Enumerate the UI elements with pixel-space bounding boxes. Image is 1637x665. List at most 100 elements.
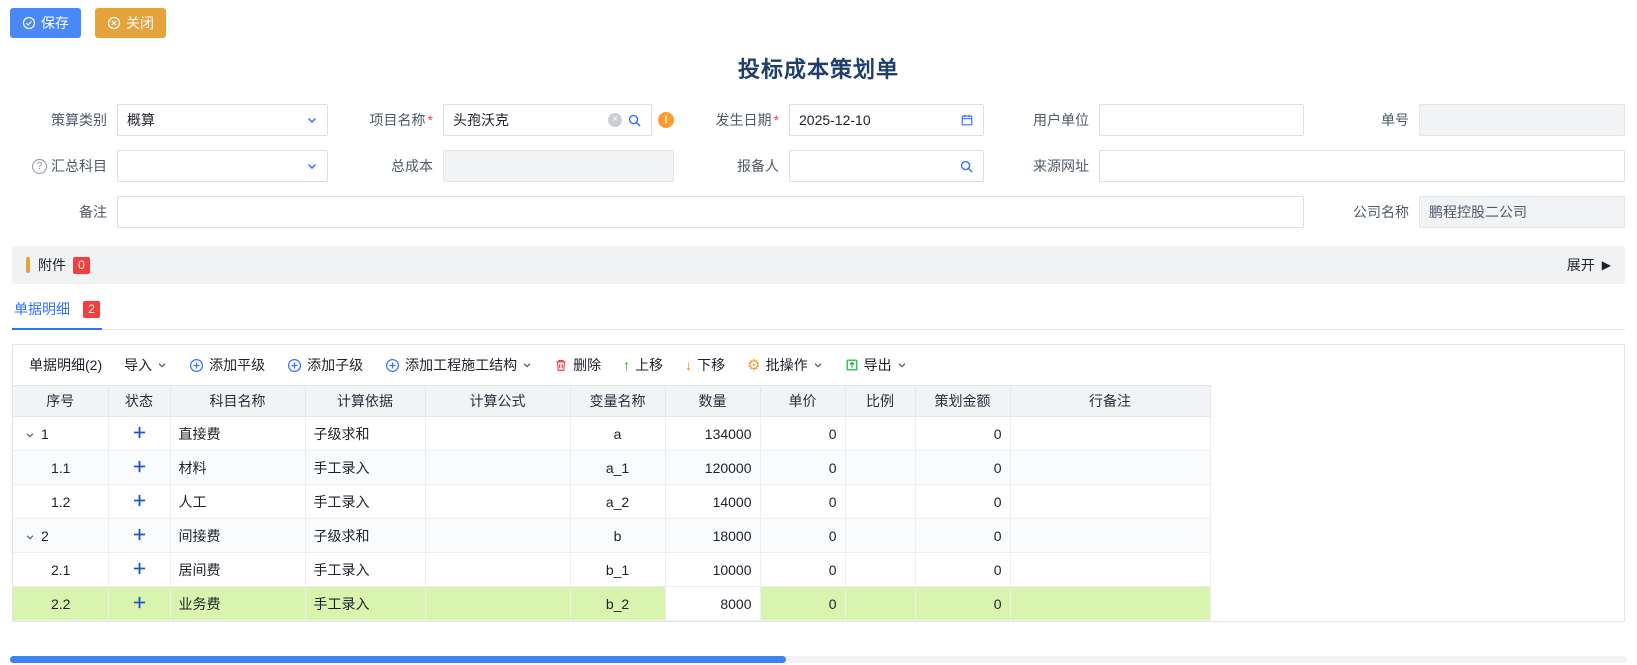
cell-formula — [425, 553, 570, 587]
info-icon[interactable]: ! — [658, 112, 674, 128]
add-sibling-label: 添加平级 — [209, 355, 265, 375]
plan-type-select[interactable]: 概算 — [117, 104, 328, 136]
doc-no-input — [1419, 104, 1625, 136]
cell-price: 0 — [760, 485, 845, 519]
delete-button[interactable]: 删除 — [554, 355, 601, 375]
scrollbar-thumb[interactable] — [10, 656, 786, 663]
cell-row_remark — [1010, 519, 1210, 553]
attachment-bar: 附件 0 展开 ▶ — [12, 246, 1625, 284]
row-seq: 1 — [41, 426, 49, 442]
cell-ratio — [845, 553, 915, 587]
circle-close-icon — [107, 16, 121, 30]
plan-type-label: 策算类别 — [12, 110, 107, 130]
cell-variable: b_1 — [570, 553, 665, 587]
add-structure-label: 添加工程施工结构 — [405, 355, 517, 375]
cell-formula — [425, 485, 570, 519]
table-row[interactable]: 2间接费子级求和b1800000 — [13, 519, 1210, 553]
qty-editor[interactable]: 8000 — [665, 587, 760, 621]
project-name-input[interactable]: 头孢沃克 × — [443, 104, 652, 136]
add-child-button[interactable]: 添加子级 — [287, 355, 363, 375]
calendar-icon[interactable] — [960, 113, 974, 127]
close-button[interactable]: 关闭 — [95, 8, 166, 38]
chevron-down-icon — [157, 360, 167, 370]
cell-status — [108, 553, 170, 587]
cell-status — [108, 417, 170, 451]
save-button[interactable]: 保存 — [10, 8, 81, 38]
cell-row_remark — [1010, 485, 1210, 519]
search-icon[interactable] — [959, 159, 974, 174]
field-total-cost: 总成本 — [338, 150, 674, 182]
cell-row_remark — [1010, 587, 1210, 621]
import-label: 导入 — [124, 355, 152, 375]
remark-input[interactable] — [117, 196, 1304, 228]
occur-date-input[interactable]: 2025-12-10 — [789, 104, 984, 136]
row-seq: 2.2 — [51, 596, 70, 612]
cell-seq: 1.2 — [13, 485, 108, 519]
help-icon[interactable]: ? — [32, 159, 47, 174]
summary-subject-select[interactable] — [117, 150, 328, 182]
cell-ratio — [845, 485, 915, 519]
user-unit-input[interactable] — [1099, 104, 1304, 136]
add-row-icon[interactable] — [133, 596, 146, 609]
search-icon[interactable] — [627, 113, 642, 128]
column-header-2: 科目名称 — [170, 386, 305, 417]
occur-date-value: 2025-12-10 — [799, 112, 955, 128]
chevron-down-icon — [306, 114, 318, 126]
expand-caret-icon[interactable] — [25, 532, 35, 542]
detail-table: 序号状态科目名称计算依据计算公式变量名称数量单价比例策划金额行备注 1 直接费子级… — [13, 385, 1211, 621]
company-name-input: 鹏程控股二公司 — [1419, 196, 1625, 228]
attachment-count-badge: 0 — [73, 257, 90, 274]
column-header-9: 策划金额 — [915, 386, 1010, 417]
horizontal-scrollbar[interactable] — [10, 656, 1627, 663]
tab-detail[interactable]: 单据明细 2 — [12, 294, 102, 330]
table-header-row: 序号状态科目名称计算依据计算公式变量名称数量单价比例策划金额行备注 — [13, 386, 1210, 417]
field-reporter: 报备人 — [684, 150, 984, 182]
add-row-icon[interactable] — [133, 494, 146, 507]
cell-formula — [425, 417, 570, 451]
reporter-input[interactable] — [789, 150, 984, 182]
row-seq: 1.1 — [51, 460, 70, 476]
cell-ratio — [845, 587, 915, 621]
field-occur-date: 发生日期* 2025-12-10 — [684, 104, 984, 136]
gear-icon: ⚙ — [747, 358, 760, 373]
expand-arrow-icon: ▶ — [1602, 258, 1611, 272]
source-url-input[interactable] — [1099, 150, 1625, 182]
cell-basis: 子级求和 — [305, 417, 425, 451]
table-row[interactable]: 2.2业务费手工录入b_2800000 — [13, 587, 1210, 621]
trash-icon — [554, 358, 568, 372]
add-sibling-button[interactable]: 添加平级 — [189, 355, 265, 375]
move-down-button[interactable]: ↓ 下移 — [685, 355, 725, 375]
export-button[interactable]: 导出 — [845, 355, 907, 375]
import-button[interactable]: 导入 — [124, 355, 167, 375]
expand-caret-icon[interactable] — [25, 430, 35, 440]
export-icon — [845, 358, 859, 372]
add-row-icon[interactable] — [133, 528, 146, 541]
table-row[interactable]: 1.1材料手工录入a_112000000 — [13, 451, 1210, 485]
circle-check-icon — [22, 16, 36, 30]
table-row[interactable]: 2.1居间费手工录入b_11000000 — [13, 553, 1210, 587]
move-up-button[interactable]: ↑ 上移 — [623, 355, 663, 375]
delete-label: 删除 — [573, 355, 601, 375]
project-name-label: 项目名称 — [370, 112, 426, 128]
user-unit-label: 用户单位 — [994, 110, 1089, 130]
expand-toggle[interactable]: 展开 ▶ — [1567, 255, 1611, 275]
tab-detail-label: 单据明细 — [14, 299, 70, 319]
add-row-icon[interactable] — [133, 460, 146, 473]
total-cost-input — [443, 150, 674, 182]
add-row-icon[interactable] — [133, 562, 146, 575]
cell-ratio — [845, 519, 915, 553]
clear-icon[interactable]: × — [608, 113, 622, 127]
circle-plus-icon — [385, 358, 400, 373]
column-header-1: 状态 — [108, 386, 170, 417]
cell-subject: 直接费 — [170, 417, 305, 451]
table-row[interactable]: 1直接费子级求和a13400000 — [13, 417, 1210, 451]
cell-qty: 134000 — [665, 417, 760, 451]
tab-detail-badge: 2 — [83, 301, 100, 318]
column-header-5: 变量名称 — [570, 386, 665, 417]
add-row-icon[interactable] — [133, 426, 146, 439]
add-structure-button[interactable]: 添加工程施工结构 — [385, 355, 532, 375]
cell-formula — [425, 451, 570, 485]
table-row[interactable]: 1.2人工手工录入a_21400000 — [13, 485, 1210, 519]
batch-ops-button[interactable]: ⚙ 批操作 — [747, 355, 822, 375]
column-header-4: 计算公式 — [425, 386, 570, 417]
